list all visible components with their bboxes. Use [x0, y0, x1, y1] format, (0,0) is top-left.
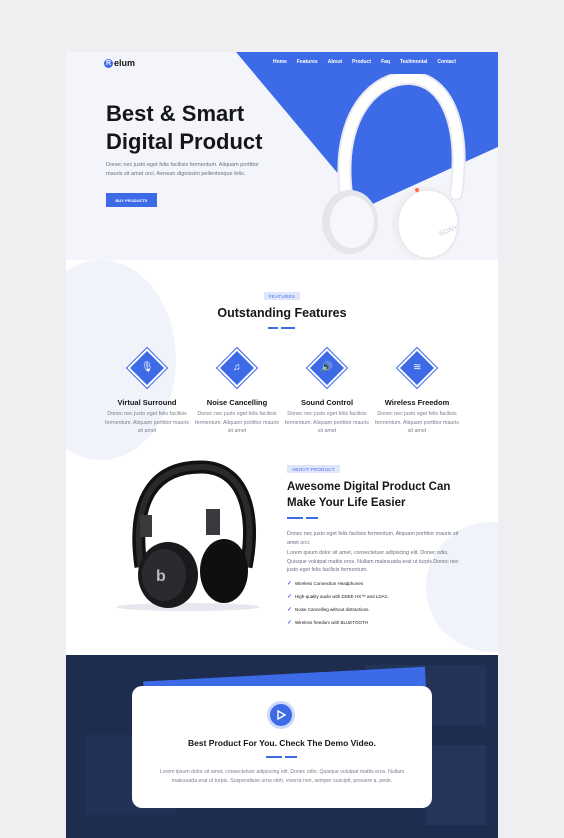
landing-page: R elum Home Features About Product Faq T… — [66, 52, 498, 838]
video-title: Best Product For You. Check The Demo Vid… — [188, 738, 376, 748]
black-headphones-image: b — [116, 460, 260, 611]
buy-products-button[interactable]: BUY PRODUCTS — [106, 193, 157, 207]
feature-title: Sound Control — [300, 398, 354, 407]
list-item: ✓ Noise Cancelling without distractions. — [287, 607, 370, 613]
white-headphones-image: SONY — [322, 74, 466, 260]
nav-item-about[interactable]: About — [328, 59, 342, 65]
feature-text: Donec nec justo eget felis facilisis fer… — [105, 411, 189, 434]
logo-text: elum — [114, 58, 136, 68]
nav-item-home[interactable]: Home — [273, 59, 287, 65]
feature-text: Donec nec justo eget felis facilisis fer… — [375, 411, 459, 434]
video-card: Best Product For You. Check The Demo Vid… — [132, 686, 432, 808]
features-tag: FEATURES — [264, 292, 301, 300]
feature-text: Donec nec justo eget felis facilisis fer… — [195, 411, 279, 434]
hero-description: Donec nec justo eget felis facilisis fer… — [106, 162, 259, 177]
about-description: Donec nec justo eget felis facilisis fer… — [287, 530, 467, 575]
about-feature-list: ✓ Wireless Connection Headphones ✓ High-qu… — [287, 577, 467, 629]
nav-item-faq[interactable]: Faq — [381, 59, 390, 65]
list-item: ✓ Wireless freedom with BLUETOOTH — [287, 620, 368, 626]
svg-text:b: b — [156, 568, 166, 585]
nav-item-product[interactable]: Product — [352, 59, 371, 65]
hero-title: Best & Smart Digital Product — [106, 101, 263, 154]
check-icon: ✓ — [287, 607, 293, 613]
video-title-underline — [266, 756, 297, 758]
check-icon: ✓ — [287, 594, 293, 600]
check-icon: ✓ — [287, 620, 293, 626]
nav-item-features[interactable]: Features — [297, 59, 318, 65]
play-icon — [277, 710, 286, 720]
feature-wireless-freedom: ≋ Wireless Freedom Donec nec justo eget … — [372, 348, 462, 436]
check-icon: ✓ — [287, 581, 293, 587]
about-title: Awesome Digital Product Can Make Your Li… — [287, 481, 451, 509]
features-section: FEATURES Outstanding Features 🎙 Virtual … — [66, 260, 498, 460]
feature-title: Noise Cancelling — [206, 398, 268, 407]
feature-title: Virtual Surround — [117, 398, 177, 407]
speaker-icon: 🔊 — [307, 348, 347, 388]
feature-noise-cancelling: ♫ Noise Cancelling Donec nec justo eget … — [192, 348, 282, 436]
about-paragraph-1: Donec nec justo eget felis facilisis fer… — [287, 531, 459, 546]
music-note-icon: ♫ — [217, 348, 257, 388]
nav-item-contact[interactable]: Contact — [437, 59, 456, 65]
features-title-underline — [268, 327, 295, 329]
logo-mark: R — [104, 58, 113, 68]
logo[interactable]: R elum — [104, 58, 135, 68]
navbar: R elum Home Features About Product Faq T… — [66, 52, 498, 74]
nav-menu: Home Features About Product Faq Testimon… — [273, 59, 456, 65]
features-title: Outstanding Features — [217, 306, 347, 320]
feature-sound-control: 🔊 Sound Control Donec nec justo eget fel… — [282, 348, 372, 436]
list-item: ✓ Wireless Connection Headphones — [287, 581, 364, 587]
about-tag: ABOUT PRODUCT — [287, 465, 340, 473]
about-paragraph-2: Lorem ipsum dolor sit amet, consectetuer… — [287, 550, 459, 573]
play-button[interactable] — [267, 701, 295, 729]
feature-text: Donec nec justo eget felis facilisis fer… — [285, 411, 369, 434]
wifi-icon: ≋ — [397, 348, 437, 388]
feature-virtual-surround: 🎙 Virtual Surround Donec nec justo eget … — [102, 348, 192, 436]
microphone-icon: 🎙 — [127, 348, 167, 388]
list-item: ✓ High-quality audio with DSEE HX™ and LD… — [287, 594, 390, 600]
hero-section: R elum Home Features About Product Faq T… — [66, 52, 498, 260]
video-description: Lorem ipsum dolor sit amet, consectetuer… — [159, 769, 405, 784]
about-title-underline — [287, 517, 318, 519]
feature-title: Wireless Freedom — [384, 398, 450, 407]
nav-item-testimonial[interactable]: Testimonial — [400, 59, 427, 65]
